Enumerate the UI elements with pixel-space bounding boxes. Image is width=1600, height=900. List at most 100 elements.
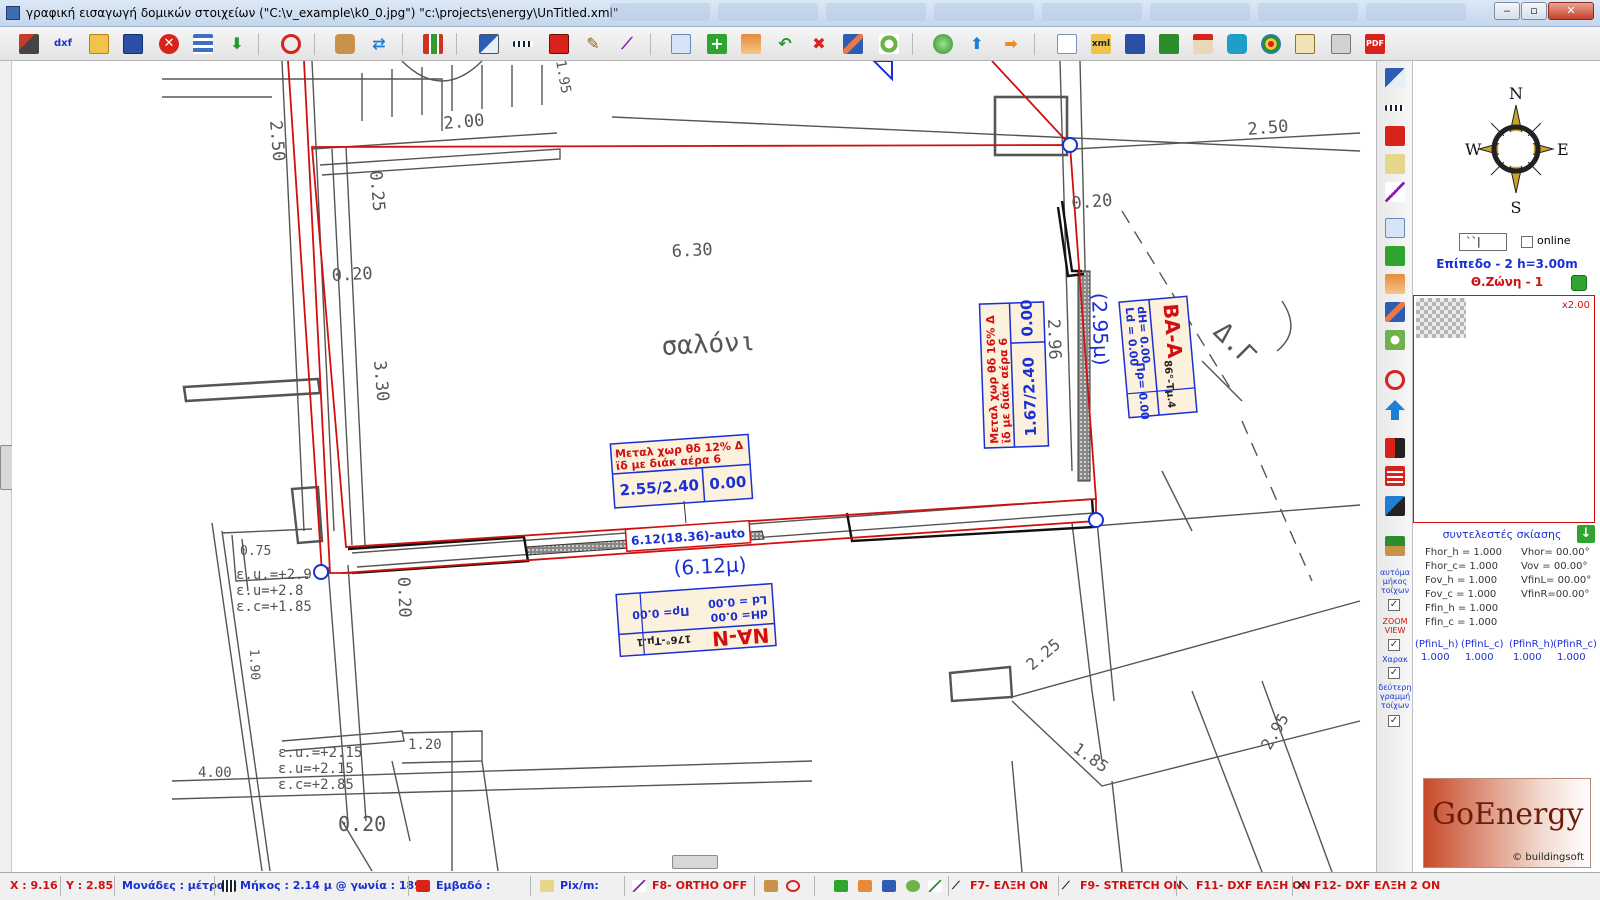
refresh-icon[interactable]	[876, 31, 902, 57]
measure-icon[interactable]	[840, 31, 866, 57]
status-f8[interactable]: F8- ORTHO OFF	[652, 879, 747, 892]
zone-status-icon[interactable]	[1571, 275, 1587, 291]
building-icon[interactable]	[1190, 31, 1216, 57]
copy-icon[interactable]	[1382, 215, 1408, 241]
add-icon[interactable]	[834, 880, 848, 892]
dxf-import-icon[interactable]: dxf	[50, 31, 76, 57]
grid-icon[interactable]	[1382, 463, 1408, 489]
exit-icon[interactable]	[1382, 435, 1408, 461]
cancel-icon[interactable]: ✕	[156, 31, 182, 57]
pdf-icon[interactable]: PDF	[1362, 31, 1388, 57]
orientation-label-ba[interactable]: ΒΑ-Α 86°-Τμ.4 dH= 0.00 Ld = 0.00 Πρ= 0.0…	[1118, 295, 1198, 421]
status-f7[interactable]: F7- ΕΛΞΗ ON	[970, 879, 1048, 892]
status-f12[interactable]: F12- DXF ΕΛΞΗ 2 ON	[1314, 879, 1440, 892]
target-icon[interactable]	[1258, 31, 1284, 57]
minimize-button[interactable]: ‒	[1494, 2, 1520, 20]
wall-icon[interactable]	[546, 31, 572, 57]
svg-text:ε.u=+2.15: ε.u=+2.15	[278, 761, 354, 777]
stamp-icon[interactable]	[332, 31, 358, 57]
drawing-canvas[interactable]: 6.30 3.30 2.50 2.00 0.20 0.25 0.20 2.96 …	[12, 61, 1376, 872]
stamp-icon[interactable]	[764, 880, 778, 892]
stop-icon[interactable]	[1382, 367, 1408, 393]
measure-icon[interactable]	[1382, 299, 1408, 325]
swap-arrows-icon[interactable]: ⇄	[366, 31, 392, 57]
open-folder-icon[interactable]	[86, 31, 112, 57]
scroll-icon[interactable]	[1224, 31, 1250, 57]
scale-icon[interactable]	[476, 31, 502, 57]
svg-text:S: S	[1511, 198, 1522, 215]
clipboard-icon[interactable]	[1292, 31, 1318, 57]
save-as-icon[interactable]	[1122, 31, 1148, 57]
room-name: σαλόνι	[661, 327, 756, 362]
pencil-icon[interactable]	[1382, 151, 1408, 177]
import-green-icon[interactable]	[1382, 533, 1408, 559]
stop-icon[interactable]	[786, 880, 800, 892]
status-f9[interactable]: F9- STRETCH ON	[1080, 879, 1182, 892]
delete-icon[interactable]: ✖	[806, 31, 832, 57]
refresh-icon[interactable]	[1382, 327, 1408, 353]
add-icon[interactable]: +	[704, 31, 730, 57]
move-icon[interactable]	[738, 31, 764, 57]
close-button[interactable]: ✕	[1548, 2, 1594, 20]
compass-icon[interactable]: N S W E	[1461, 85, 1571, 215]
orientation-label-na[interactable]: ΝΑ-Ν 176°-Τμ.1 dH= 0.00 Ld = 0.00 Πρ= 0.…	[615, 582, 777, 658]
status-f11[interactable]: F11- DXF ΕΛΞΗ ON	[1196, 879, 1311, 892]
preview-panel[interactable]: x2.00	[1413, 295, 1595, 523]
right-arrow-icon[interactable]: ➡	[998, 31, 1024, 57]
maximize-button[interactable]: ▫	[1521, 2, 1547, 20]
line-icon[interactable]: ⟋	[614, 31, 640, 57]
side-toolbar: αυτόμα μήκος τοίχων ✓ ZOOM VIEW ✓ Χαρακ …	[1376, 61, 1412, 872]
tools-icon[interactable]	[420, 31, 446, 57]
undo-icon[interactable]: ↶	[772, 31, 798, 57]
xml-icon[interactable]: xml	[1088, 31, 1114, 57]
char-checkbox[interactable]: ✓	[1388, 667, 1400, 679]
measure-icon[interactable]	[882, 880, 896, 892]
pencil-icon[interactable]: ✎	[580, 31, 606, 57]
up-arrow-icon[interactable]	[1382, 397, 1408, 423]
char-label: Χαρακ	[1382, 655, 1408, 664]
snap-icon[interactable]	[928, 880, 942, 892]
transfer-icon[interactable]	[1382, 493, 1408, 519]
stop-icon[interactable]	[278, 31, 304, 57]
zoom-view-checkbox[interactable]: ✓	[1388, 639, 1400, 651]
svg-text:2.50: 2.50	[1247, 116, 1290, 139]
save-green-icon[interactable]	[1156, 31, 1182, 57]
new-file-icon[interactable]	[1054, 31, 1080, 57]
up-arrow-icon[interactable]: ⬆	[964, 31, 990, 57]
south-window-label[interactable]: Μεταλ χωρ θδ 12% Δ ϊδ με διάκ αέρα 6 2.5…	[609, 433, 754, 509]
layers-icon[interactable]	[190, 31, 216, 57]
east-window-label[interactable]: Μεταλ χωρ θδ 16% Δ ϊδ με διάκ αέρα 6 1.6…	[978, 299, 1050, 449]
bottom-panel-handle[interactable]	[672, 855, 718, 869]
line-icon[interactable]	[1382, 179, 1408, 205]
goenergy-logo: GoEnergy © buildingsoft	[1423, 778, 1591, 868]
svg-text:ε.u.=+2.15: ε.u.=+2.15	[278, 745, 362, 761]
vertex-point[interactable]	[1088, 512, 1104, 528]
auto-length-checkbox[interactable]: ✓	[1388, 599, 1400, 611]
move-icon[interactable]	[858, 880, 872, 892]
move-icon[interactable]	[1382, 271, 1408, 297]
scale-icon[interactable]	[1382, 65, 1408, 91]
vertex-point[interactable]	[313, 564, 329, 580]
preview-zoom: x2.00	[1561, 300, 1590, 311]
edit-icon[interactable]	[16, 31, 42, 57]
second-line-checkbox[interactable]: ✓	[1388, 715, 1400, 727]
vertex-point[interactable]	[1062, 137, 1078, 153]
fhor-c: Fhor_c= 1.000	[1425, 561, 1499, 572]
dimension-icon[interactable]	[510, 31, 536, 57]
save-icon[interactable]	[120, 31, 146, 57]
zoom-view-label: ZOOM VIEW	[1382, 617, 1408, 635]
shading-apply-icon[interactable]: ↓	[1577, 525, 1595, 543]
orientation-input[interactable]: ``|	[1459, 233, 1507, 251]
floor-plan[interactable]: 6.30 3.30 2.50 2.00 0.20 0.25 0.20 2.96 …	[12, 61, 1376, 872]
globe-icon[interactable]	[930, 31, 956, 57]
download-arrow-icon[interactable]: ⬇	[224, 31, 250, 57]
svg-text:0.75: 0.75	[240, 544, 271, 559]
dimension-icon[interactable]	[1382, 95, 1408, 121]
dxf-snap2-icon: ✕	[1296, 879, 1306, 892]
wall-icon[interactable]	[1382, 123, 1408, 149]
refresh-icon[interactable]	[906, 880, 920, 892]
online-checkbox[interactable]	[1521, 236, 1533, 248]
add-icon[interactable]	[1382, 243, 1408, 269]
calculator-icon[interactable]	[1328, 31, 1354, 57]
copy-icon[interactable]	[668, 31, 694, 57]
